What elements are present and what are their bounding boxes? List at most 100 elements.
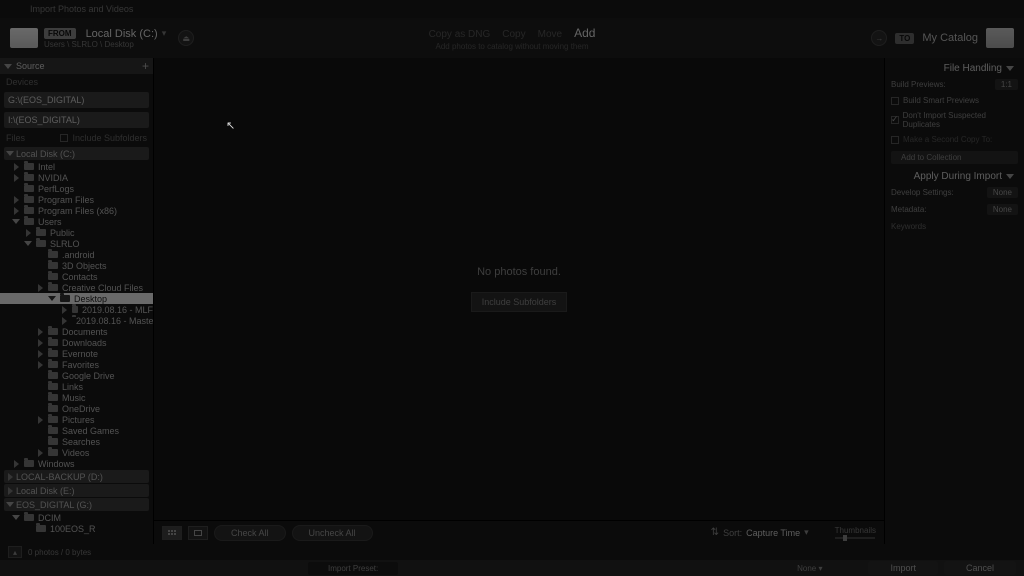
volume-c[interactable]: Local Disk (C:) xyxy=(4,147,149,160)
to-indicator-icon: → xyxy=(871,30,887,46)
import-mode: Copy as DNG Copy Move Add Add photos to … xyxy=(429,26,596,51)
folder-dcim[interactable]: DCIM xyxy=(0,512,153,523)
from-path: Users \ SLRLO \ Desktop xyxy=(44,40,166,49)
sort-value: Capture Time xyxy=(746,528,800,538)
drive-icon xyxy=(10,28,38,48)
status-bar: ▴ 0 photos / 0 bytes xyxy=(0,544,1024,560)
grid-view-button[interactable] xyxy=(162,526,182,540)
to-block[interactable]: → TO My Catalog xyxy=(859,28,1014,48)
folder-android[interactable]: .android xyxy=(0,249,153,260)
smart-previews-row[interactable]: Build Smart Previews xyxy=(885,93,1024,108)
build-previews-row[interactable]: Build Previews:1:1 xyxy=(885,76,1024,93)
folder-3d[interactable]: 3D Objects xyxy=(0,260,153,271)
folder-public[interactable]: Public xyxy=(0,227,153,238)
loupe-icon xyxy=(194,530,202,536)
import-preset-select[interactable]: Import Preset: xyxy=(308,562,398,575)
source-title: Source xyxy=(16,61,45,71)
include-subfolders-button[interactable]: Include Subfolders xyxy=(471,292,568,312)
thumbnails-label: Thumbnails xyxy=(835,526,876,535)
add-to-collection-button[interactable]: Add to Collection xyxy=(891,151,1018,164)
grid-icon xyxy=(168,530,176,535)
smart-previews-checkbox[interactable] xyxy=(891,97,899,105)
main-area: Source + Devices G:\(EOS_DIGITAL) I:\(EO… xyxy=(0,58,1024,544)
folder-perflogs[interactable]: PerfLogs xyxy=(0,183,153,194)
develop-settings-row[interactable]: Develop Settings:None xyxy=(885,184,1024,201)
loupe-view-button[interactable] xyxy=(188,526,208,540)
metadata-row[interactable]: Metadata:None xyxy=(885,201,1024,218)
folder-d1[interactable]: 2019.08.16 - MLF xyxy=(0,304,153,315)
folder-googledrive[interactable]: Google Drive xyxy=(0,370,153,381)
thumbnail-slider[interactable]: Thumbnails xyxy=(835,526,876,539)
check-all-button[interactable]: Check All xyxy=(214,525,286,541)
folder-downloads[interactable]: Downloads xyxy=(0,337,153,348)
folder-tree: Local Disk (C:) Intel NVIDIA PerfLogs Pr… xyxy=(0,146,153,544)
collapse-icon xyxy=(1006,174,1014,179)
folder-savedgames[interactable]: Saved Games xyxy=(0,425,153,436)
second-copy-row[interactable]: Make a Second Copy To: xyxy=(885,132,1024,147)
folder-music[interactable]: Music xyxy=(0,392,153,403)
second-copy-checkbox[interactable] xyxy=(891,136,899,144)
folder-intel[interactable]: Intel xyxy=(0,161,153,172)
right-panel: File Handling Build Previews:1:1 Build S… xyxy=(884,58,1024,544)
no-photos-label: No photos found. xyxy=(477,266,561,278)
folder-users[interactable]: Users xyxy=(0,216,153,227)
mode-copy-dng[interactable]: Copy as DNG xyxy=(429,29,491,40)
folder-favorites[interactable]: Favorites xyxy=(0,359,153,370)
volume-e[interactable]: Local Disk (E:) xyxy=(4,484,149,497)
metadata-select[interactable]: None xyxy=(987,204,1018,215)
folder-links[interactable]: Links xyxy=(0,381,153,392)
folder-evernote[interactable]: Evernote xyxy=(0,348,153,359)
mode-move[interactable]: Move xyxy=(538,29,562,40)
develop-settings-select[interactable]: None xyxy=(987,187,1018,198)
folder-programfiles[interactable]: Program Files xyxy=(0,194,153,205)
devices-label: Devices xyxy=(0,74,153,90)
photo-count: 0 photos / 0 bytes xyxy=(28,548,91,557)
device-i[interactable]: I:\(EOS_DIGITAL) xyxy=(4,112,149,128)
sort-az-icon: ⇅ xyxy=(711,527,719,538)
build-previews-select[interactable]: 1:1 xyxy=(995,79,1018,90)
apply-during-import-header[interactable]: Apply During Import xyxy=(885,168,1024,184)
import-button[interactable]: Import xyxy=(868,561,938,575)
folder-slrlo[interactable]: SLRLO xyxy=(0,238,153,249)
catalog-drive-icon xyxy=(986,28,1014,48)
file-handling-header[interactable]: File Handling xyxy=(885,60,1024,76)
folder-icon xyxy=(24,163,34,170)
volume-g[interactable]: EOS_DIGITAL (G:) xyxy=(4,498,149,511)
folder-onedrive[interactable]: OneDrive xyxy=(0,403,153,414)
uncheck-all-button[interactable]: Uncheck All xyxy=(292,525,373,541)
folder-100eosr[interactable]: 100EOS_R xyxy=(0,523,153,534)
grid-panel: No photos found. Include Subfolders Chec… xyxy=(154,58,884,544)
no-duplicates-checkbox[interactable] xyxy=(891,116,899,124)
device-g[interactable]: G:\(EOS_DIGITAL) xyxy=(4,92,149,108)
mode-copy[interactable]: Copy xyxy=(502,29,525,40)
grid-area: No photos found. Include Subfolders xyxy=(154,58,884,520)
folder-videos[interactable]: Videos xyxy=(0,447,153,458)
sort-control[interactable]: ⇅ Sort: Capture Time ▾ xyxy=(711,527,809,538)
include-subfolders-checkbox[interactable] xyxy=(60,134,68,142)
from-block[interactable]: FROM Local Disk (C:) ▾ Users \ SLRLO \ D… xyxy=(44,28,166,49)
add-source-button[interactable]: + xyxy=(142,59,149,73)
folder-contacts[interactable]: Contacts xyxy=(0,271,153,282)
folder-ccf[interactable]: Creative Cloud Files xyxy=(0,282,153,293)
source-header[interactable]: Source + xyxy=(0,58,153,74)
no-duplicates-row[interactable]: Don't Import Suspected Duplicates xyxy=(885,108,1024,132)
import-header: FROM Local Disk (C:) ▾ Users \ SLRLO \ D… xyxy=(0,18,1024,58)
mode-add[interactable]: Add xyxy=(574,26,595,40)
sort-label: Sort: xyxy=(723,528,742,538)
folder-d2[interactable]: 2019.08.16 - Mastering Li… xyxy=(0,315,153,326)
eject-button[interactable]: ⏏ xyxy=(178,30,194,46)
cancel-button[interactable]: Cancel xyxy=(944,561,1016,575)
folder-documents[interactable]: Documents xyxy=(0,326,153,337)
folder-pictures[interactable]: Pictures xyxy=(0,414,153,425)
folder-windows[interactable]: Windows xyxy=(0,458,153,469)
folder-nvidia[interactable]: NVIDIA xyxy=(0,172,153,183)
files-row: Files Include Subfolders xyxy=(0,130,153,146)
collapse-icon xyxy=(1006,66,1014,71)
volume-d[interactable]: LOCAL-BACKUP (D:) xyxy=(4,470,149,483)
folder-searches[interactable]: Searches xyxy=(0,436,153,447)
source-panel: Source + Devices G:\(EOS_DIGITAL) I:\(EO… xyxy=(0,58,154,544)
folder-desktop[interactable]: Desktop xyxy=(0,293,153,304)
preset-value[interactable]: None ▾ xyxy=(797,564,822,573)
filmstrip-toggle-button[interactable]: ▴ xyxy=(8,546,22,558)
folder-programfiles-x86[interactable]: Program Files (x86) xyxy=(0,205,153,216)
